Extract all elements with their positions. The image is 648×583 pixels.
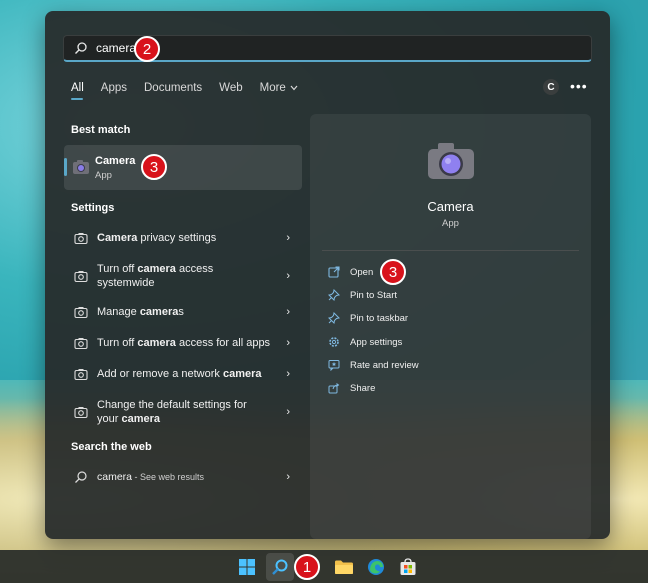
filter-tabs: All Apps Documents Web More [71,82,298,100]
search-web-heading: Search the web [71,441,152,453]
pin-icon [328,312,340,324]
step-badge-1: 1 [294,554,320,580]
taskbar-search-button[interactable] [266,553,294,581]
tab-web[interactable]: Web [219,82,242,100]
chevron-right-icon: › [286,337,290,349]
chevron-right-icon: › [286,232,290,244]
settings-item-label: Add or remove a network camera [97,368,262,380]
action-pin-to-start[interactable]: Pin to Start [328,289,397,301]
search-icon [272,559,288,575]
store-icon [400,558,416,575]
tab-more-label: More [259,82,286,94]
microsoft-store-button[interactable] [394,553,422,581]
settings-heading: Settings [71,202,115,214]
action-label: Pin to taskbar [350,312,409,324]
action-rate-and-review[interactable]: Rate and review [328,359,419,371]
step-badge-2: 2 [134,36,160,62]
action-pin-to-taskbar[interactable]: Pin to taskbar [328,312,408,324]
settings-item-label: Camera privacy settings [97,232,217,244]
settings-item-turn-off-all-apps[interactable]: Turn off camera access for all apps › [64,335,302,351]
account-avatar[interactable]: C [543,79,559,95]
edge-browser-button[interactable] [362,553,390,581]
search-input[interactable] [96,41,296,55]
chevron-right-icon: › [286,270,290,282]
settings-item-label: Manage cameras [97,306,184,318]
camera-outline-icon [74,233,88,245]
camera-outline-icon [74,338,88,350]
best-match-name: Camera [95,155,136,167]
camera-outline-icon [74,369,88,381]
action-label: Share [350,382,376,394]
chevron-right-icon: › [286,471,290,483]
settings-item-manage-cameras[interactable]: Manage cameras › [64,304,302,320]
action-label: Rate and review [350,359,419,371]
step-badge-3-best-match: 3 [141,154,167,180]
search-icon [74,41,88,55]
star-review-icon [328,360,340,371]
taskbar [0,550,648,583]
tab-apps[interactable]: Apps [101,82,127,100]
camera-outline-icon [74,307,88,319]
settings-item-camera-privacy[interactable]: Camera privacy settings › [64,230,302,246]
more-options-button[interactable]: ••• [570,78,588,94]
action-label: Open [350,266,374,278]
action-share[interactable]: Share [328,382,375,394]
camera-app-icon [73,160,89,174]
preview-title: Camera [427,199,474,214]
camera-outline-icon [74,271,88,283]
tab-all[interactable]: All [71,82,84,100]
best-match-camera[interactable]: Camera App [64,145,302,190]
best-match-heading: Best match [71,124,131,136]
settings-item-label: Turn off camera access for all apps [97,337,271,349]
edge-icon [368,559,384,575]
step-badge-3-open: 3 [380,259,406,285]
web-result-camera[interactable]: camera - See web results › [64,469,302,485]
best-match-type: App [95,170,112,181]
preview-divider [322,250,579,251]
chevron-right-icon: › [286,368,290,380]
camera-app-large-icon [428,143,474,179]
action-label: Pin to Start [350,289,397,301]
chevron-right-icon: › [286,306,290,318]
preview-pane: Camera App [310,114,591,539]
search-icon [75,471,87,483]
settings-item-default-settings[interactable]: Change the default settings for your cam… [64,397,302,427]
web-result-label: camera - See web results [97,471,205,483]
gear-icon [329,337,339,347]
action-open[interactable]: Open [328,266,373,278]
chevron-down-icon [290,85,298,91]
pin-icon [328,289,340,301]
open-external-icon [328,266,340,278]
start-button[interactable] [233,553,261,581]
tab-documents[interactable]: Documents [144,82,202,100]
windows-logo-icon [239,559,255,575]
settings-item-label: Change the default settings for your cam… [97,399,247,425]
action-app-settings[interactable]: App settings [328,336,402,348]
action-label: App settings [350,336,403,348]
preview-type: App [442,218,459,229]
settings-item-label: Turn off camera access systemwide [97,263,214,289]
settings-item-turn-off-systemwide[interactable]: Turn off camera access systemwide › [64,261,302,291]
share-icon [328,383,340,394]
settings-item-network-camera[interactable]: Add or remove a network camera › [64,366,302,382]
file-explorer-button[interactable] [330,553,358,581]
folder-icon [335,560,353,574]
camera-outline-icon [74,407,88,419]
chevron-right-icon: › [286,406,290,418]
tab-more[interactable]: More [260,82,298,100]
